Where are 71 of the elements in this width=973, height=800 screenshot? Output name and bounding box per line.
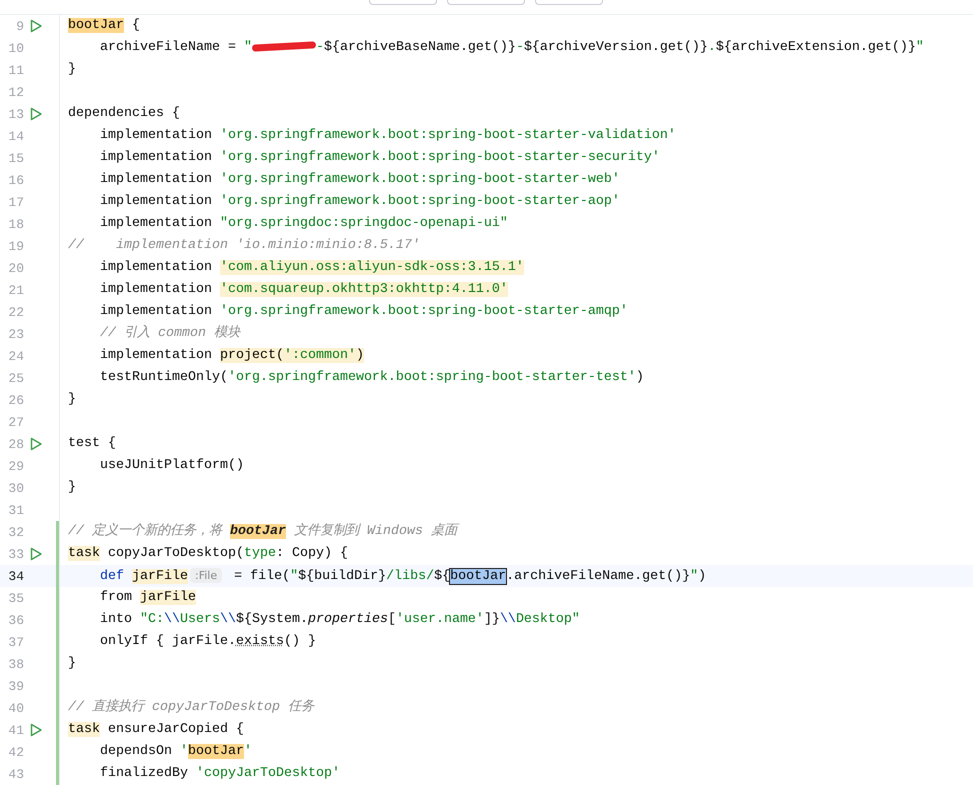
code-line: finalizedBy 'copyJarToDesktop' bbox=[98, 765, 340, 783]
run-icon[interactable] bbox=[29, 437, 43, 451]
code-line: bootJar { bbox=[67, 17, 140, 35]
line-number: 26 bbox=[7, 392, 24, 408]
code-line: dependencies { bbox=[67, 105, 180, 123]
line-number: 17 bbox=[7, 194, 24, 210]
code-line: onlyIf { jarFile.exists() } bbox=[98, 633, 316, 651]
line-number: 37 bbox=[7, 634, 24, 650]
line-number: 39 bbox=[7, 678, 24, 694]
line-number: 22 bbox=[7, 304, 24, 320]
code-line: implementation "org.springdoc:springdoc-openapi-ui" bbox=[98, 215, 508, 233]
line-number: 38 bbox=[7, 656, 24, 672]
run-icon[interactable] bbox=[29, 547, 43, 561]
code-line: dependsOn 'bootJar' bbox=[98, 743, 252, 761]
line-number: 31 bbox=[7, 502, 24, 518]
run-icon[interactable] bbox=[29, 19, 43, 33]
line-number: 20 bbox=[7, 260, 24, 276]
line-number: 40 bbox=[7, 700, 24, 716]
code-line: test { bbox=[67, 435, 116, 453]
line-number: 11 bbox=[7, 62, 24, 78]
line-number: 28 bbox=[7, 436, 24, 452]
code-line: } bbox=[67, 655, 76, 673]
run-icon[interactable] bbox=[29, 723, 43, 737]
code-line: testRuntimeOnly('org.springframework.boot:spring-boot-starter-test') bbox=[98, 369, 644, 387]
line-number: 14 bbox=[7, 128, 24, 144]
code-line: from jarFile bbox=[98, 589, 196, 607]
code-line: useJUnitPlatform() bbox=[98, 457, 244, 475]
code-line: def jarFile :File = file("${buildDir}/libs/${bootJar.archiveFileName.get()}") bbox=[98, 566, 706, 586]
line-number: 9 bbox=[15, 18, 24, 34]
code-line: task copyJarToDesktop(type: Copy) { bbox=[67, 545, 348, 563]
code-line: } bbox=[67, 61, 76, 79]
line-number: 23 bbox=[7, 326, 24, 342]
code-line: into "C:\\Users\\${System.properties['user.name']}\\Desktop" bbox=[98, 611, 580, 629]
code-line: archiveFileName = " -${archiveBaseName.get()}-${archiveVersion.get()}.${archiveExtension.get()}" bbox=[98, 39, 924, 57]
line-number: 43 bbox=[7, 766, 24, 782]
code-line: implementation 'org.springframework.boot:spring-boot-starter-aop' bbox=[98, 193, 620, 211]
line-number: 33 bbox=[7, 546, 24, 562]
line-number: 21 bbox=[7, 282, 24, 298]
line-number: 18 bbox=[7, 216, 24, 232]
code-line: // implementation 'io.minio:minio:8.5.17' bbox=[67, 237, 420, 255]
line-number: 34 bbox=[7, 568, 24, 584]
code-line: implementation 'com.squareup.okhttp3:okhttp:4.11.0' bbox=[98, 281, 508, 299]
line-number: 35 bbox=[7, 590, 24, 606]
code-line: implementation 'org.springframework.boot:spring-boot-starter-security' bbox=[98, 149, 660, 167]
run-icon[interactable] bbox=[29, 107, 43, 121]
line-number: 29 bbox=[7, 458, 24, 474]
line-number: 36 bbox=[7, 612, 24, 628]
code-line: implementation 'org.springframework.boot:spring-boot-starter-amqp' bbox=[98, 303, 628, 321]
line-number: 19 bbox=[7, 238, 24, 254]
code-line: // 直接执行 copyJarToDesktop 任务 bbox=[67, 698, 314, 717]
line-number: 27 bbox=[7, 414, 24, 430]
line-number: 16 bbox=[7, 172, 24, 188]
code-line: // 引入 common 模块 bbox=[98, 324, 240, 343]
code-line: implementation 'org.springframework.boot:spring-boot-starter-web' bbox=[98, 171, 620, 189]
line-number: 10 bbox=[7, 40, 24, 56]
code-line: task ensureJarCopied { bbox=[67, 721, 244, 739]
line-number: 25 bbox=[7, 370, 24, 386]
code-line: implementation project(':common') bbox=[98, 347, 364, 365]
code-line: implementation 'org.springframework.boot:spring-boot-starter-validation' bbox=[98, 127, 676, 145]
line-number: 42 bbox=[7, 744, 24, 760]
code-line: // 定义一个新的任务，将 bootJar 文件复制到 Windows 桌面 bbox=[60, 521, 457, 543]
line-number: 41 bbox=[7, 722, 24, 738]
line-number: 32 bbox=[7, 524, 24, 540]
line-number: 15 bbox=[7, 150, 24, 166]
line-number: 24 bbox=[7, 348, 24, 364]
line-number: 12 bbox=[7, 84, 24, 100]
code-line: } bbox=[67, 479, 76, 497]
code-line: } bbox=[67, 391, 76, 409]
code-line: implementation 'com.aliyun.oss:aliyun-sdk-oss:3.15.1' bbox=[98, 259, 524, 277]
line-number: 30 bbox=[7, 480, 24, 496]
line-number: 13 bbox=[7, 106, 24, 122]
